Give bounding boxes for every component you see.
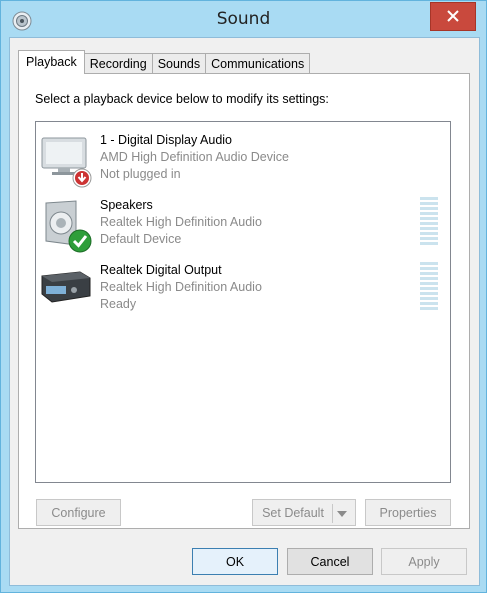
close-button[interactable]: [430, 2, 476, 31]
tab-strip: Playback Recording Sounds Communications: [18, 50, 311, 74]
device-text: Speakers Realtek High Definition Audio D…: [100, 197, 262, 248]
device-digital-display-audio[interactable]: 1 - Digital Display Audio AMD High Defin…: [36, 132, 450, 194]
configure-button[interactable]: Configure: [36, 499, 121, 526]
unplugged-badge-icon: [72, 168, 92, 192]
tab-sounds[interactable]: Sounds: [151, 53, 207, 74]
tab-communications[interactable]: Communications: [205, 53, 311, 74]
device-realtek-digital-output[interactable]: Realtek Digital Output Realtek High Defi…: [36, 262, 450, 324]
device-status: Default Device: [100, 232, 182, 246]
device-driver: Realtek High Definition Audio: [100, 215, 262, 229]
device-status: Not plugged in: [100, 167, 181, 181]
volume-meter: [420, 197, 438, 245]
device-name: Realtek Digital Output: [100, 263, 222, 277]
default-check-icon: [68, 229, 92, 257]
set-default-label: Set Default: [262, 506, 324, 520]
cancel-button[interactable]: Cancel: [287, 548, 373, 575]
device-name: 1 - Digital Display Audio: [100, 133, 233, 147]
playback-device-list[interactable]: 1 - Digital Display Audio AMD High Defin…: [35, 121, 451, 483]
apply-button[interactable]: Apply: [381, 548, 467, 575]
title-bar[interactable]: Sound: [1, 1, 486, 37]
sound-dialog: Sound Playback Recording Sounds Communic…: [0, 0, 487, 593]
properties-button[interactable]: Properties: [365, 499, 451, 526]
device-driver: AMD High Definition Audio Device: [100, 150, 289, 164]
device-driver: Realtek High Definition Audio: [100, 280, 262, 294]
tab-recording[interactable]: Recording: [83, 53, 153, 74]
device-status: Ready: [100, 297, 137, 311]
tab-playback[interactable]: Playback: [18, 50, 85, 74]
dialog-client-area: Playback Recording Sounds Communications…: [9, 37, 480, 586]
close-icon: [447, 7, 459, 26]
volume-meter: [420, 262, 438, 310]
chevron-down-icon[interactable]: [333, 500, 351, 527]
window-title: Sound: [216, 9, 271, 29]
ok-button[interactable]: OK: [192, 548, 278, 575]
instruction-text: Select a playback device below to modify…: [35, 92, 329, 106]
device-text: 1 - Digital Display Audio AMD High Defin…: [100, 132, 289, 183]
device-speakers[interactable]: Speakers Realtek High Definition Audio D…: [36, 197, 450, 259]
set-default-split-button[interactable]: Set Default: [252, 499, 356, 526]
device-text: Realtek Digital Output Realtek High Defi…: [100, 262, 262, 313]
digital-output-icon: [40, 262, 92, 314]
device-name: Speakers: [100, 198, 153, 212]
playback-panel: Select a playback device below to modify…: [18, 73, 470, 529]
